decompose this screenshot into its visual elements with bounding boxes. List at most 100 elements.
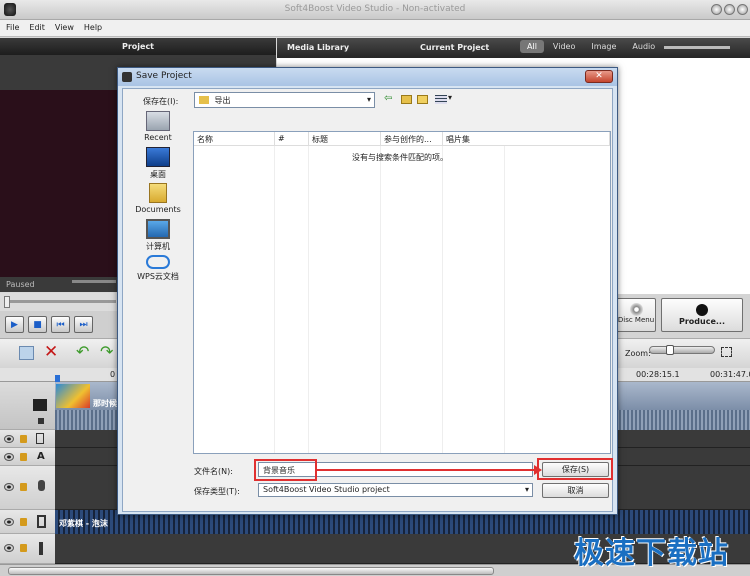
text-track-icon: A bbox=[37, 451, 45, 462]
menu-file[interactable]: File bbox=[6, 23, 19, 33]
lock-icon[interactable] bbox=[20, 544, 27, 552]
column-number[interactable]: # bbox=[275, 132, 309, 146]
music-note-icon bbox=[39, 542, 43, 555]
lock-icon[interactable] bbox=[20, 518, 27, 526]
empty-message: 没有与搜索条件匹配的项。 bbox=[352, 153, 448, 162]
speaker-icon bbox=[38, 418, 44, 424]
watermark: 极速下载站 bbox=[574, 536, 729, 571]
lock-icon[interactable] bbox=[20, 483, 27, 491]
filter-audio[interactable]: Audio bbox=[625, 40, 662, 53]
clip-thumbnail bbox=[56, 384, 90, 408]
view-menu-icon[interactable] bbox=[435, 95, 447, 104]
menu-help[interactable]: Help bbox=[84, 23, 102, 33]
place-wps-cloud[interactable]: WPS云文档 bbox=[133, 255, 183, 282]
visibility-eye-icon[interactable] bbox=[4, 483, 14, 491]
fit-timeline-icon[interactable] bbox=[721, 347, 732, 357]
place-documents[interactable]: Documents bbox=[133, 183, 183, 214]
column-title[interactable]: 标题 bbox=[309, 132, 381, 146]
media-library-tab[interactable]: Media Library bbox=[287, 43, 349, 52]
dialog-title: Save Project bbox=[136, 71, 192, 81]
media-tab-bar: Media Library Current Project All Video … bbox=[277, 38, 750, 58]
text-track-header: A bbox=[0, 448, 55, 466]
play-icon[interactable]: ▶ bbox=[5, 316, 24, 333]
save-in-combo[interactable]: 导出 ▾ bbox=[194, 92, 375, 108]
new-folder-icon[interactable] bbox=[417, 95, 428, 104]
dialog-title-bar: Save Project ✕ bbox=[118, 68, 617, 86]
menu-edit[interactable]: Edit bbox=[29, 23, 45, 33]
audio-clip-label: 邓紫棋 - 泡沫 bbox=[59, 519, 108, 528]
playback-controls: ▶ ■ ⏮ ⏭ bbox=[0, 311, 118, 338]
thumbnail-size-slider[interactable] bbox=[664, 46, 730, 49]
window-title: Soft4Boost Video Studio - Non-activated bbox=[284, 4, 466, 14]
music-track-2-header bbox=[0, 534, 55, 564]
next-frame-icon[interactable]: ⏭ bbox=[74, 316, 93, 333]
column-contributing-artists[interactable]: 参与创作的... bbox=[381, 132, 443, 146]
computer-icon bbox=[146, 219, 170, 239]
previous-frame-icon[interactable]: ⏮ bbox=[51, 316, 70, 333]
visibility-eye-icon[interactable] bbox=[4, 518, 14, 526]
time-mark-start: 0 bbox=[110, 370, 116, 379]
filter-all[interactable]: All bbox=[520, 40, 544, 53]
close-button[interactable] bbox=[737, 4, 748, 15]
menu-bar: File Edit View Help bbox=[0, 20, 750, 37]
overlay-track-icon bbox=[36, 433, 44, 444]
save-in-label: 保存在(I): bbox=[143, 97, 179, 106]
view-dropdown-icon[interactable]: ▾ bbox=[448, 93, 452, 102]
position-slider[interactable] bbox=[0, 293, 118, 311]
playback-status: Paused bbox=[6, 280, 35, 289]
menu-view[interactable]: View bbox=[55, 23, 74, 33]
disc-menu-button[interactable]: Disc Menu bbox=[616, 298, 656, 332]
minimize-button[interactable] bbox=[711, 4, 722, 15]
produce-button[interactable]: Produce... bbox=[661, 298, 743, 332]
cloud-icon bbox=[146, 255, 170, 269]
filter-video[interactable]: Video bbox=[546, 40, 582, 53]
zoom-slider[interactable] bbox=[649, 345, 715, 355]
disc-menu-label: Disc Menu bbox=[617, 316, 655, 324]
file-list[interactable]: 名称 # 标题 参与创作的... 唱片集 没有与搜索条件匹配的项。 bbox=[193, 131, 611, 454]
microphone-icon bbox=[38, 480, 45, 491]
back-icon[interactable]: ⇦ bbox=[384, 93, 392, 104]
undo-icon[interactable]: ↶ bbox=[76, 342, 89, 361]
disc-icon bbox=[629, 303, 643, 316]
filetype-label: 保存类型(T): bbox=[194, 487, 240, 496]
place-desktop[interactable]: 桌面 bbox=[133, 147, 183, 180]
column-album[interactable]: 唱片集 bbox=[443, 132, 610, 146]
current-project-tab[interactable]: Current Project bbox=[420, 43, 489, 52]
visibility-eye-icon[interactable] bbox=[4, 435, 14, 443]
recent-icon bbox=[146, 111, 170, 131]
save-project-dialog: Save Project ✕ 保存在(I): 导出 ▾ ⇦ ▾ Recent 桌… bbox=[117, 67, 618, 515]
filter-image[interactable]: Image bbox=[584, 40, 623, 53]
place-recent[interactable]: Recent bbox=[133, 111, 183, 142]
filetype-select[interactable]: Soft4Boost Video Studio project ▾ bbox=[258, 483, 533, 497]
title-bar: Soft4Boost Video Studio - Non-activated bbox=[0, 0, 750, 20]
redo-icon[interactable]: ↷ bbox=[100, 342, 113, 361]
visibility-eye-icon[interactable] bbox=[4, 544, 14, 552]
annotation-arrow bbox=[317, 469, 539, 471]
lock-icon[interactable] bbox=[20, 453, 27, 461]
edit-clip-icon[interactable] bbox=[19, 346, 34, 360]
clapper-icon bbox=[33, 399, 47, 411]
maximize-button[interactable] bbox=[724, 4, 735, 15]
documents-icon bbox=[149, 183, 167, 203]
overlay-track-header bbox=[0, 430, 55, 448]
delete-icon[interactable]: ✕ bbox=[44, 342, 58, 362]
lock-icon[interactable] bbox=[20, 435, 27, 443]
current-folder: 导出 bbox=[214, 96, 231, 105]
visibility-eye-icon[interactable] bbox=[4, 453, 14, 461]
cancel-button[interactable]: 取消 bbox=[542, 483, 609, 498]
chevron-down-icon: ▾ bbox=[524, 485, 529, 494]
volume-slider[interactable] bbox=[72, 280, 116, 283]
place-computer[interactable]: 计算机 bbox=[133, 219, 183, 252]
save-button-highlight bbox=[537, 458, 613, 480]
project-panel-header: Project bbox=[0, 38, 276, 55]
film-reel-icon bbox=[696, 304, 708, 316]
produce-label: Produce... bbox=[678, 317, 725, 326]
up-folder-icon[interactable] bbox=[401, 95, 412, 104]
voice-track-header bbox=[0, 466, 55, 510]
zoom-label: Zoom: bbox=[625, 349, 651, 358]
stop-icon[interactable]: ■ bbox=[28, 316, 47, 333]
dialog-close-button[interactable]: ✕ bbox=[585, 70, 613, 83]
filename-highlight bbox=[254, 459, 317, 481]
column-name[interactable]: 名称 bbox=[194, 132, 275, 146]
desktop-icon bbox=[146, 147, 170, 167]
